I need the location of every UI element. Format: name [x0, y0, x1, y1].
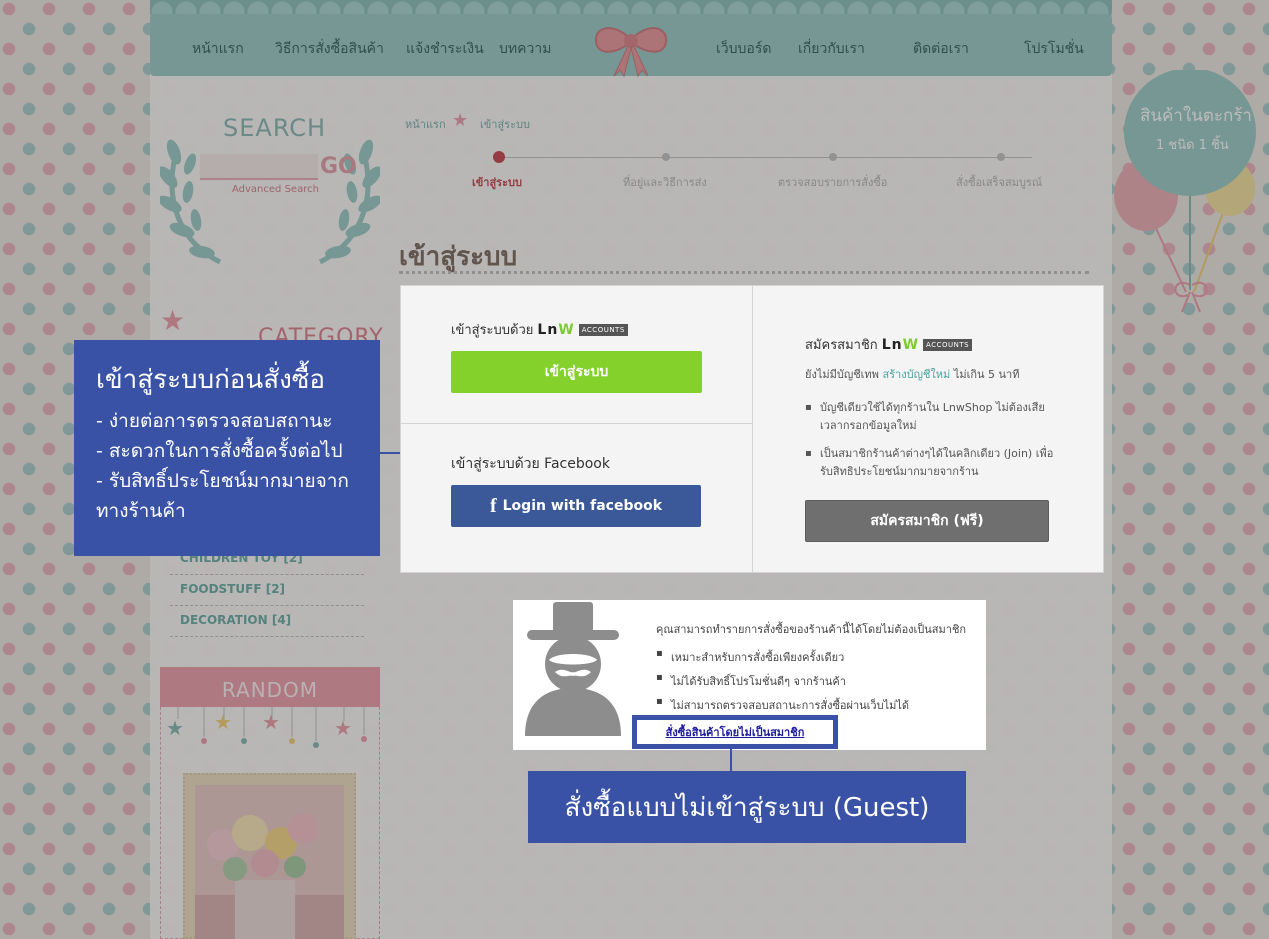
guest-point: เหมาะสำหรับการสั่งซื้อเพียงครั้งเดียว	[656, 648, 844, 666]
facebook-login-button[interactable]: f Login with facebook	[451, 485, 701, 527]
no-account-prefix: ยังไม่มีบัญชีเทพ	[805, 368, 879, 381]
panel-divider	[752, 286, 753, 572]
login-callout-line: ทางร้านค้า	[96, 500, 186, 522]
lnw-register-label: สมัครสมาชิก LnW ACCOUNTS	[805, 334, 973, 355]
register-benefit: บัญชีเดียวใช้ได้ทุกร้านใน LnwShop ไม่ต้อ…	[805, 399, 1055, 435]
guest-avatar-icon	[525, 602, 621, 736]
lnw-logo-text: Ln	[881, 336, 903, 353]
callout-connector	[730, 749, 732, 771]
lnw-logo: LnW	[882, 337, 919, 353]
lnw-logo-text: Ln	[537, 321, 559, 338]
guest-checkout-link[interactable]: สั่งซื้อสินค้าโดยไม่เป็นสมาชิก	[666, 723, 805, 741]
no-account-suffix: ไม่เกิน 5 นาที	[953, 368, 1020, 381]
lnw-logo: LnW	[537, 322, 574, 338]
panel-divider	[401, 423, 752, 424]
lnw-login-label: เข้าสู่ระบบด้วย LnW ACCOUNTS	[451, 319, 628, 340]
lnw-logo-w: W	[902, 336, 920, 353]
login-callout: เข้าสู่ระบบก่อนสั่งซื้อ - ง่ายต่อการตรวจ…	[74, 340, 380, 556]
facebook-login-text: Login with facebook	[502, 498, 663, 514]
no-account-text: ยังไม่มีบัญชีเทพ สร้างบัญชีใหม่ ไม่เกิน …	[805, 365, 1019, 383]
lnw-logo-w: W	[558, 321, 575, 338]
register-label-text: สมัครสมาชิก	[805, 338, 878, 353]
login-callout-line: - สะดวกในการสั่งซื้อครั้งต่อไป	[96, 440, 343, 462]
login-callout-line: - ง่ายต่อการตรวจสอบสถานะ	[96, 410, 333, 432]
guest-point: ไม่ได้รับสิทธิ์โปรโมชั่นดีๆ จากร้านค้า	[656, 672, 846, 690]
lnw-login-button[interactable]: เข้าสู่ระบบ	[451, 351, 702, 393]
login-callout-line: - รับสิทธิ์ประโยชน์มากมายจาก	[96, 470, 349, 492]
facebook-login-label: เข้าสู่ระบบด้วย Facebook	[451, 456, 610, 472]
guest-description: คุณสามารถทำรายการสั่งซื้อของร้านค้านี้ได…	[656, 623, 967, 636]
lnw-login-text: เข้าสู่ระบบด้วย	[451, 323, 534, 338]
lnw-accounts-badge: ACCOUNTS	[923, 338, 973, 351]
guest-callout: สั่งซื้อแบบไม่เข้าสู่ระบบ (Guest)	[528, 771, 966, 843]
guest-link-highlight: สั่งซื้อสินค้าโดยไม่เป็นสมาชิก	[632, 715, 838, 749]
login-callout-title: เข้าสู่ระบบก่อนสั่งซื้อ	[96, 365, 326, 395]
guest-point: ไม่สามารถตรวจสอบสถานะการสั่งซื้อผ่านเว็บ…	[656, 696, 909, 714]
register-benefit: เป็นสมาชิกร้านค้าต่างๆได้ในคลิกเดียว (Jo…	[805, 445, 1055, 481]
callout-connector	[380, 452, 400, 454]
lnw-accounts-badge: ACCOUNTS	[578, 323, 628, 336]
facebook-icon: f	[489, 494, 497, 517]
register-button[interactable]: สมัครสมาชิก (ฟรี)	[805, 500, 1049, 542]
create-account-link[interactable]: สร้างบัญชีใหม่	[882, 368, 950, 381]
